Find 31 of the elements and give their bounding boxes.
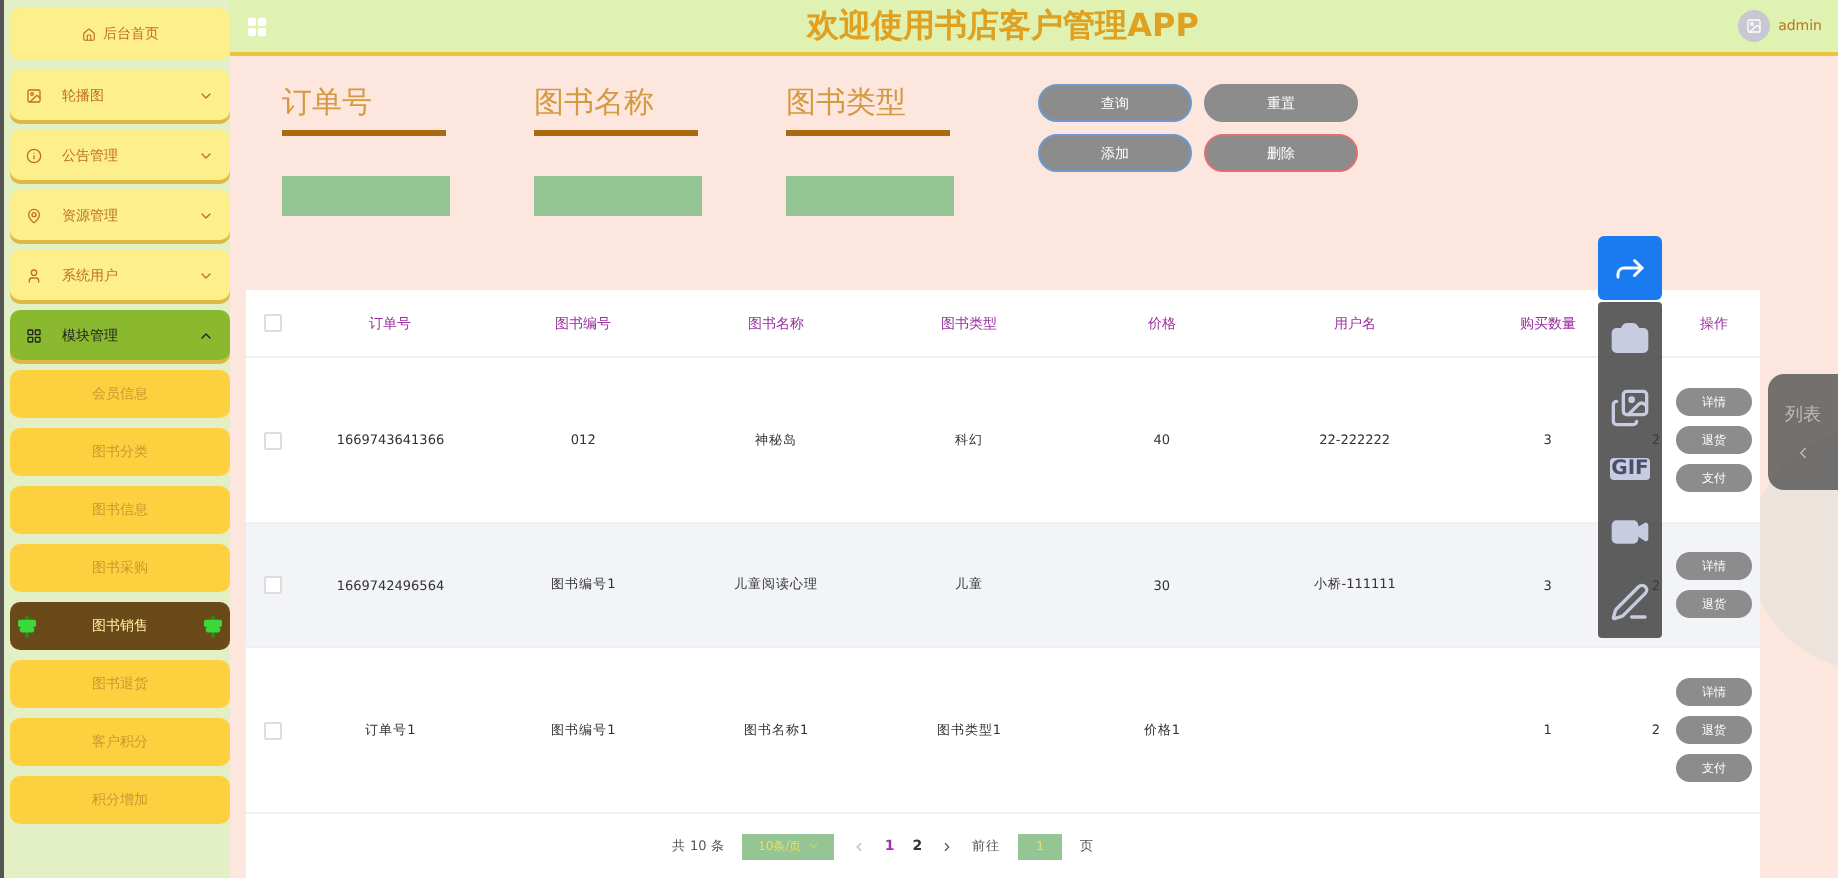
avatar-icon[interactable] — [1738, 10, 1771, 42]
checkbox[interactable] — [264, 721, 282, 739]
list-side-tab[interactable]: 列表 — [1768, 374, 1838, 490]
gif-button[interactable]: GIF — [1609, 458, 1651, 481]
camera-icon[interactable] — [1610, 317, 1650, 358]
image-icon — [26, 87, 42, 103]
search-label: 图书类型 — [786, 84, 950, 136]
images-icon[interactable] — [1610, 388, 1650, 429]
search-field[interactable] — [282, 176, 450, 216]
search-field[interactable] — [786, 176, 954, 216]
checkbox[interactable] — [264, 576, 282, 594]
chevron-left-icon — [1794, 444, 1812, 462]
prev-page-icon[interactable] — [852, 839, 867, 853]
search-label: 图书名称 — [534, 84, 698, 136]
checkbox[interactable] — [264, 314, 282, 332]
chevron-down-icon — [807, 840, 820, 852]
info-icon — [26, 147, 42, 163]
tree-icon — [18, 613, 36, 639]
user-icon — [26, 267, 42, 283]
home-icon — [81, 27, 95, 41]
grid-icon — [26, 327, 42, 343]
app-title: 欢迎使用书店客户管理APP — [804, 5, 1201, 47]
tree-icon — [204, 613, 222, 639]
next-page-icon[interactable] — [940, 839, 955, 853]
pin-icon — [26, 207, 42, 223]
grid-icon[interactable] — [246, 15, 268, 37]
search-field[interactable] — [534, 176, 702, 216]
search-label: 订单号 — [282, 84, 446, 136]
share-button[interactable] — [1598, 236, 1662, 300]
pen-icon[interactable] — [1610, 582, 1650, 623]
checkbox[interactable] — [264, 431, 282, 449]
